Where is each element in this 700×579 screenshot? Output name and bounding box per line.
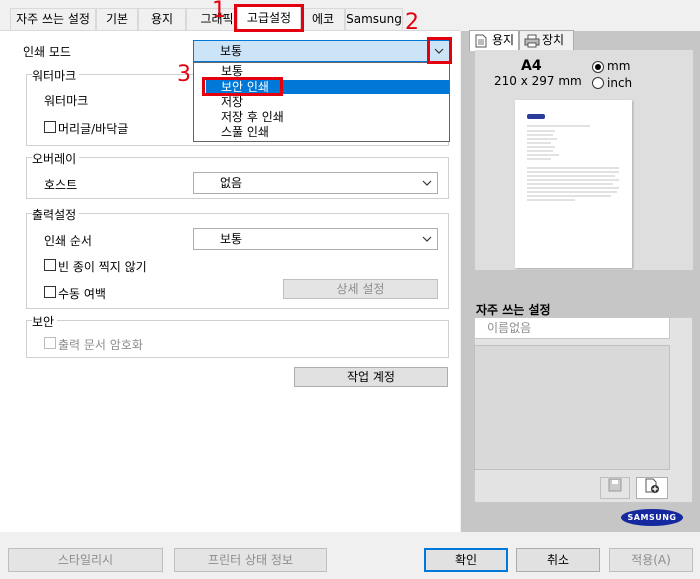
callout-number-2: 2 (405, 10, 419, 35)
favorites-list[interactable] (474, 345, 670, 470)
encrypt-document-checkbox[interactable] (44, 337, 56, 349)
callout-box-dropdown-arrow (427, 37, 452, 64)
header-footer-label: 머리글/바닥글 (58, 122, 129, 136)
print-mode-dropdown: 보통 보안 인쇄 저장 저장 후 인쇄 스풀 인쇄 (193, 62, 450, 142)
floppy-disk-icon (608, 478, 622, 492)
callout-number-1: 1 (212, 0, 226, 23)
host-select[interactable]: 없음 (193, 172, 438, 194)
printer-status-button[interactable]: 프린터 상태 정보 (174, 548, 327, 572)
radio-dot-icon (595, 64, 601, 70)
ok-button[interactable]: 확인 (424, 548, 508, 572)
favorites-title: 자주 쓰는 설정 (476, 303, 551, 317)
print-order-label: 인쇄 순서 (44, 234, 92, 248)
skip-blank-label: 빈 종이 찍지 않기 (58, 260, 147, 274)
tab-samsung[interactable]: Samsung (345, 8, 403, 30)
callout-box-advanced-tab (234, 4, 304, 32)
tab-paper[interactable]: 용지 (138, 8, 186, 30)
print-mode-label: 인쇄 모드 (23, 45, 71, 59)
page-preview (515, 100, 632, 268)
chevron-down-icon[interactable] (417, 173, 437, 193)
callout-box-secure-print (202, 77, 283, 96)
callout-number-3: 3 (177, 62, 191, 87)
output-group-title: 출력설정 (32, 206, 80, 223)
skip-blank-checkbox[interactable] (44, 259, 56, 271)
add-favorite-button[interactable] (636, 477, 668, 499)
manual-margin-label: 수동 여백 (58, 287, 106, 301)
page-preview-content-icon (527, 114, 619, 201)
dropdown-item[interactable]: 스풀 인쇄 (221, 125, 269, 139)
detail-settings-button[interactable]: 상세 설정 (283, 279, 438, 299)
paper-size: A4 (521, 58, 542, 74)
favorite-name-input[interactable]: 이름없음 (474, 317, 670, 339)
encrypt-document-label: 출력 문서 암호화 (58, 338, 143, 352)
tab-eco[interactable]: 에코 (301, 8, 345, 30)
header-footer-checkbox[interactable] (44, 121, 56, 133)
cancel-button[interactable]: 취소 (516, 548, 600, 572)
tab-preview-paper-label: 용지 (492, 33, 515, 47)
chevron-down-icon[interactable] (417, 229, 437, 249)
dropdown-item[interactable]: 저장 후 인쇄 (221, 110, 284, 124)
print-order-value: 보통 (220, 232, 243, 246)
tab-basic[interactable]: 기본 (96, 8, 138, 30)
tab-preview-device[interactable]: 장치 (519, 30, 574, 51)
print-order-select[interactable]: 보통 (193, 228, 438, 250)
watermark-group-title: 워터마크 (32, 67, 80, 84)
overlay-group-title: 오버레이 (32, 150, 80, 167)
unit-inch-label: inch (607, 76, 633, 90)
security-group-title: 보안 (32, 313, 58, 330)
host-label: 호스트 (44, 178, 78, 192)
dropdown-item[interactable]: 보통 (221, 64, 243, 78)
tab-preview-paper[interactable]: 용지 (469, 30, 519, 51)
apply-button[interactable]: 적용(A) (609, 548, 693, 572)
manual-margin-checkbox[interactable] (44, 286, 56, 298)
unit-inch-radio[interactable] (592, 77, 604, 89)
dropdown-item[interactable]: 저장 (221, 95, 243, 109)
styles-button[interactable]: 스타일리시 (8, 548, 163, 572)
save-favorite-button[interactable] (600, 477, 630, 499)
print-mode-select[interactable]: 보통 (193, 40, 450, 62)
unit-mm-radio[interactable] (592, 61, 604, 73)
samsung-logo: SAMSUNG (621, 509, 683, 526)
unit-mm-label: mm (607, 59, 631, 73)
host-value: 없음 (220, 176, 243, 190)
watermark-label: 워터마크 (44, 94, 89, 108)
paper-dimensions: 210 x 297 mm (494, 74, 582, 88)
tab-preview-device-label: 장치 (542, 33, 565, 47)
add-document-icon (645, 478, 659, 493)
tab-favorites[interactable]: 자주 쓰는 설정 (10, 8, 96, 30)
tab-bar: 자주 쓰는 설정 기본 용지 그래픽 고급설정 에코 Samsung (0, 0, 700, 31)
job-accounting-button[interactable]: 작업 계정 (294, 367, 448, 387)
print-mode-value: 보통 (220, 44, 243, 58)
